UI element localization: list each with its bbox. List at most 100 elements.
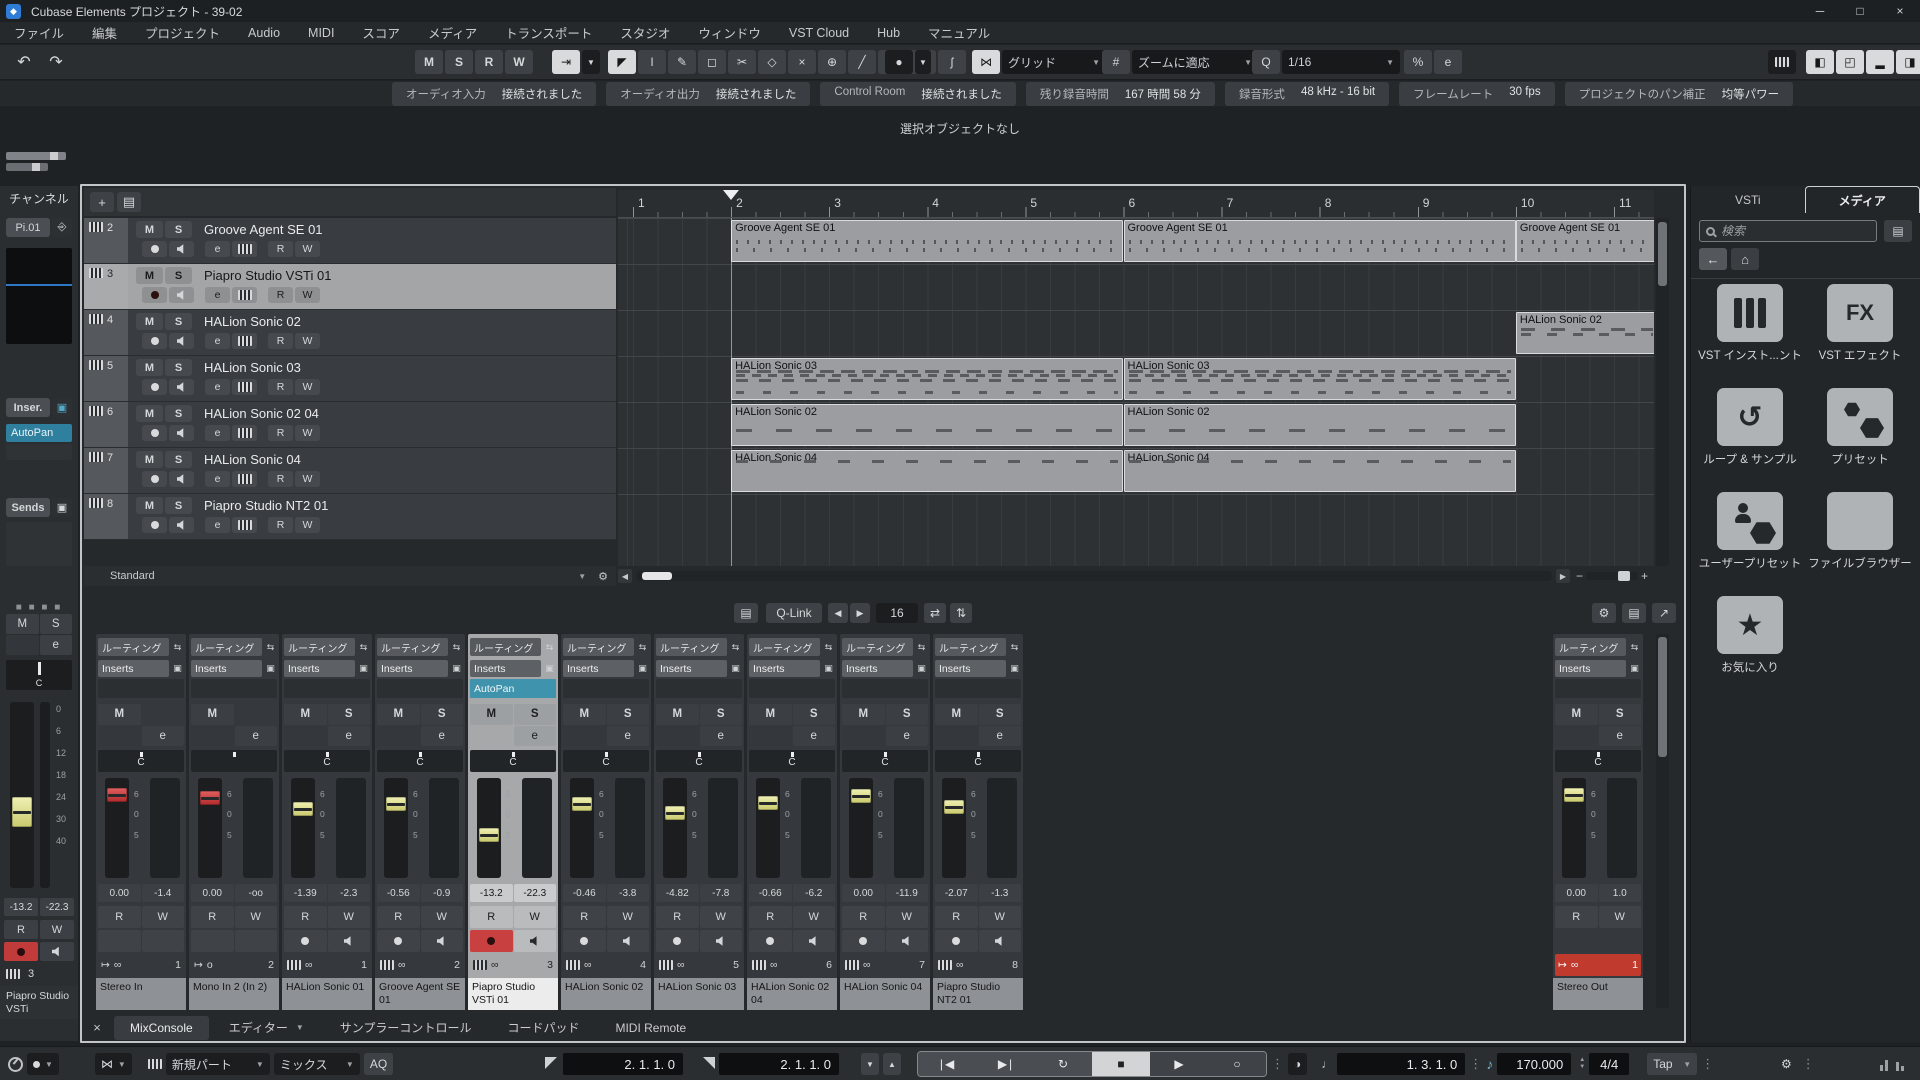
sends-bypass-icon[interactable]: ▣	[52, 498, 72, 517]
strip-edit-button[interactable]: e	[328, 726, 371, 747]
strip-read-button[interactable]: R	[284, 906, 327, 928]
play-button[interactable]: ▶	[1150, 1052, 1208, 1076]
strip-peak-value[interactable]: -2.3	[328, 884, 371, 902]
track-monitor-button[interactable]	[169, 471, 194, 487]
inserts-icon[interactable]: ▣	[264, 663, 277, 674]
iterative-quantize-icon[interactable]: %	[1404, 50, 1432, 74]
strip-level-value[interactable]: -4.82	[656, 884, 699, 902]
track-row[interactable]: 7 M S HALion Sonic 04 e R W	[84, 448, 616, 494]
menu-item[interactable]: ファイル	[0, 23, 78, 42]
track-solo-button[interactable]: S	[165, 497, 192, 514]
track-mute-button[interactable]: M	[136, 221, 163, 238]
track-read-button[interactable]: R	[268, 425, 293, 441]
tool-button[interactable]: ◻	[698, 50, 726, 74]
strip-edit-button[interactable]: e	[142, 726, 185, 747]
menu-item[interactable]: 編集	[78, 23, 131, 42]
tool-button[interactable]: I	[638, 50, 666, 74]
lower-zone-tab[interactable]: コードパッド▼	[491, 1014, 595, 1041]
monitor-button[interactable]	[40, 942, 74, 961]
fader-track[interactable]	[10, 702, 34, 888]
mixer-channel-strip[interactable]: ルーティング ⇆ Inserts ▣ AutoPan M S e C	[375, 634, 465, 1010]
insert-slot[interactable]: AutoPan	[563, 679, 649, 698]
strip-mute-button[interactable]: M	[563, 704, 606, 725]
punch-out-icon[interactable]: ▲	[883, 1053, 901, 1075]
track-row[interactable]: 5 M S HALion Sonic 03 e R W	[84, 356, 616, 402]
strip-peak-value[interactable]: -3.8	[607, 884, 650, 902]
right-zone-tab[interactable]: VSTi	[1691, 186, 1805, 213]
routing-icon[interactable]: ⇆	[729, 642, 742, 653]
strip-fader-track[interactable]	[198, 778, 222, 878]
inserts-icon[interactable]: ▣	[636, 663, 649, 674]
strip-read-button[interactable]: R	[935, 906, 978, 928]
strip-write-button[interactable]: W	[793, 906, 836, 928]
strip-level-value[interactable]: -2.07	[935, 884, 978, 902]
strip-pan-control[interactable]: C	[935, 750, 1021, 772]
tool-button[interactable]: ⊕	[818, 50, 846, 74]
track-edit-button[interactable]: e	[205, 471, 230, 487]
strip-solo-button[interactable]: S	[514, 704, 557, 725]
strip-fader-track[interactable]	[849, 778, 873, 878]
track-write-button[interactable]: W	[295, 333, 320, 349]
track-mute-button[interactable]: M	[136, 405, 163, 422]
stereo-out-strip[interactable]: ルーティング ⇆ Inserts ▣ M S e C 605 0.00 1.0 …	[1553, 634, 1643, 1010]
track-solo-button[interactable]: S	[165, 267, 192, 284]
strip-level-value[interactable]: -0.56	[377, 884, 420, 902]
inserts-icon[interactable]: ▣	[729, 663, 742, 674]
track-row[interactable]: 4 M S HALion Sonic 02 e R W	[84, 310, 616, 356]
routing-rack-label[interactable]: ルーティング	[377, 638, 448, 656]
track-preset-button[interactable]: ▤	[117, 192, 141, 212]
strip-read-button[interactable]: R	[656, 906, 699, 928]
tempo-track-icon[interactable]: ♪	[1486, 1056, 1493, 1072]
strip-monitor-button[interactable]	[514, 930, 557, 952]
insert-slot[interactable]: AutoPan	[470, 679, 556, 698]
strip-channel-name[interactable]: Piapro Studio VSTi 01	[468, 978, 558, 1010]
insert-slot[interactable]: AutoPan	[656, 679, 742, 698]
strip-record-button[interactable]	[284, 930, 327, 952]
strip-peak-value[interactable]: -1.4	[142, 884, 185, 902]
track-record-button[interactable]	[142, 333, 167, 349]
strip-pan-control[interactable]: C	[284, 750, 370, 772]
panel-handle[interactable]	[6, 152, 66, 178]
read-automation-button[interactable]: R	[4, 920, 38, 939]
strip-fader-track[interactable]	[477, 778, 501, 878]
track-write-button[interactable]: W	[295, 241, 320, 257]
event-display[interactable]: Groove Agent SE 01Groove Agent SE 01Groo…	[618, 218, 1654, 566]
track-write-button[interactable]: W	[295, 287, 320, 303]
strip-monitor-button[interactable]	[886, 930, 929, 952]
strip-monitor-button[interactable]	[793, 930, 836, 952]
snap-type-select[interactable]: グリッド▼	[1002, 50, 1106, 74]
strip-read-button[interactable]: R	[842, 906, 885, 928]
automation-button[interactable]: R	[475, 50, 503, 74]
strip-monitor-button[interactable]	[700, 930, 743, 952]
maximize-button[interactable]: □	[1840, 0, 1880, 22]
inserts-bypass-icon[interactable]: ▣	[52, 398, 72, 417]
strip-channel-name[interactable]: HALion Sonic 02 04	[747, 978, 837, 1010]
lower-zone-tab[interactable]: MixConsole▼	[114, 1016, 209, 1040]
strip-level-value[interactable]: -13.2	[470, 884, 513, 902]
strip-channel-name[interactable]: HALion Sonic 01	[282, 978, 372, 1010]
strip-record-button[interactable]	[377, 930, 420, 952]
media-search-box[interactable]	[1699, 220, 1877, 242]
strip-mute-button[interactable]: M	[284, 704, 327, 725]
strip-peak-value[interactable]: -0.9	[421, 884, 464, 902]
strip-read-button[interactable]: R	[1555, 906, 1598, 928]
strip-mute-button[interactable]: M	[656, 704, 699, 725]
record-enable-button[interactable]	[4, 942, 38, 961]
strip-record-button[interactable]	[563, 930, 606, 952]
inserts-icon[interactable]: ▣	[450, 663, 463, 674]
strip-fader-track[interactable]	[384, 778, 408, 878]
record-mode-button[interactable]: ▼	[27, 1053, 59, 1075]
strip-fader-track[interactable]	[105, 778, 129, 878]
strip-level-value[interactable]: -1.39	[284, 884, 327, 902]
punch-in-icon[interactable]: ▼	[861, 1053, 879, 1075]
routing-icon[interactable]: ⇆	[1628, 642, 1641, 653]
strip-monitor-button[interactable]	[421, 930, 464, 952]
strip-channel-name[interactable]: HALion Sonic 02	[561, 978, 651, 1010]
strip-write-button[interactable]: W	[142, 906, 185, 928]
menu-item[interactable]: スコア	[348, 23, 414, 42]
inserts-rack-label[interactable]: Inserts	[377, 660, 448, 677]
playhead-marker[interactable]	[723, 190, 739, 208]
strip-fader-cap[interactable]	[851, 789, 871, 803]
inserts-rack-label[interactable]: Inserts	[935, 660, 1006, 677]
strip-monitor-button[interactable]	[979, 930, 1022, 952]
